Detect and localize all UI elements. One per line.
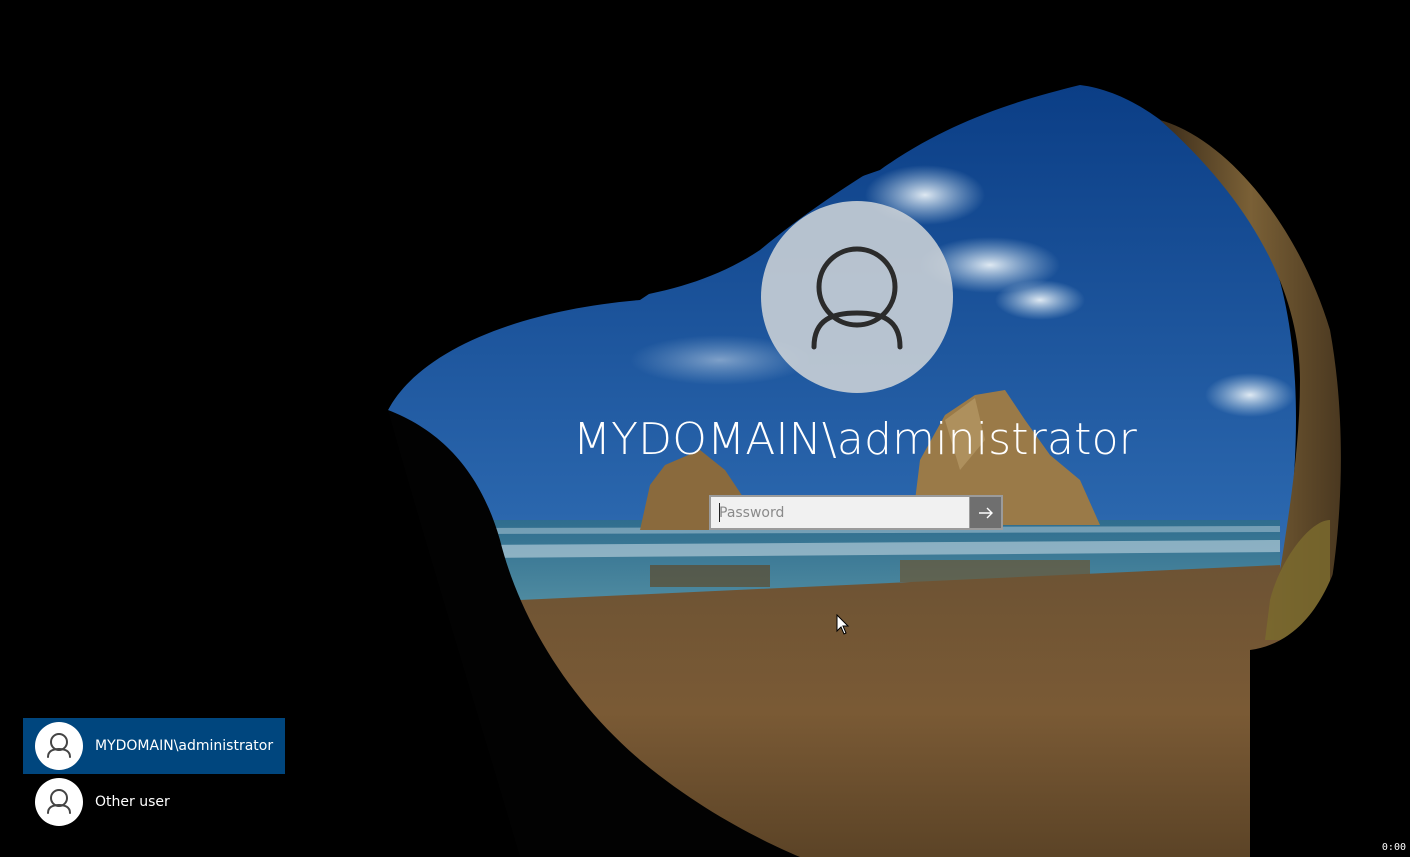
username-title: MYDOMAIN\administrator bbox=[572, 414, 1138, 465]
text-caret bbox=[719, 503, 720, 522]
submit-button[interactable] bbox=[969, 497, 1001, 528]
password-field-wrapper bbox=[711, 497, 969, 528]
user-avatar-small bbox=[35, 722, 83, 770]
lock-screen: MYDOMAIN\administrator MYDOMAIN\administ… bbox=[0, 0, 1410, 857]
mouse-cursor-icon bbox=[836, 614, 850, 635]
password-input[interactable] bbox=[711, 497, 969, 528]
user-silhouette-icon bbox=[811, 246, 903, 350]
user-avatar-small bbox=[35, 778, 83, 826]
user-tile-label: MYDOMAIN\administrator bbox=[95, 738, 274, 754]
arrow-right-icon bbox=[978, 507, 993, 518]
user-tile-other-user[interactable]: Other user bbox=[23, 774, 285, 830]
user-silhouette-icon bbox=[47, 789, 71, 814]
clock-readout: 0:00 bbox=[1381, 842, 1406, 853]
password-box bbox=[709, 495, 1003, 530]
user-list: MYDOMAIN\administrator Other user bbox=[23, 718, 285, 830]
user-tile-label: Other user bbox=[95, 794, 170, 810]
user-avatar-large bbox=[761, 201, 953, 393]
user-tile-administrator[interactable]: MYDOMAIN\administrator bbox=[23, 718, 285, 774]
user-silhouette-icon bbox=[47, 733, 71, 758]
